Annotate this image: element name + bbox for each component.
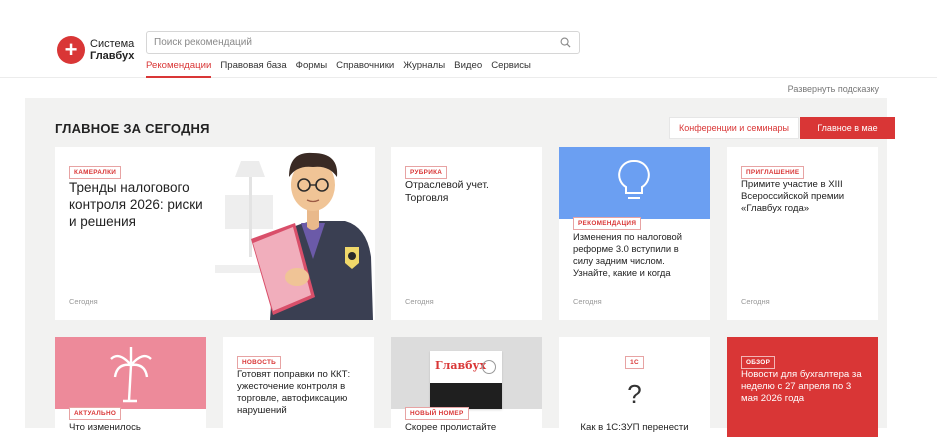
nav-services[interactable]: Сервисы	[491, 60, 531, 78]
header: + Система Главбух Рекомендации Правовая …	[0, 0, 937, 78]
card-tag: 1С	[625, 356, 644, 369]
nav-video[interactable]: Видео	[454, 60, 482, 78]
card-tag-wrap: 1С	[559, 351, 710, 369]
card-tag: КАМЕРАЛКИ	[69, 166, 122, 179]
card-1c-zup[interactable]: 1С ? Как в 1С:ЗУП перенести	[559, 337, 710, 437]
card-title: Тренды налогового контроля 2026: риски и…	[69, 180, 203, 229]
logo-line1: Система	[90, 38, 135, 50]
card-image-blue	[559, 147, 710, 219]
nav-references[interactable]: Справочники	[336, 60, 394, 78]
nav-recommendations[interactable]: Рекомендации	[146, 60, 212, 78]
card-tag: АКТУАЛЬНО	[69, 407, 122, 420]
card-weekly-review[interactable]: ОБЗОР Новости для бухгалтера за неделю с…	[727, 337, 878, 437]
magazine-title: Главбух	[435, 359, 487, 372]
logo-text: Система Главбух	[90, 38, 134, 62]
card-date: Сегодня	[69, 297, 98, 306]
card-title: Отраслевой учет. Торговля	[405, 180, 489, 204]
card-title: Новости для бухгалтера за неделю с 27 ап…	[741, 369, 862, 404]
card-new-issue[interactable]: Главбух НОВЫЙ НОМЕР Скорее пролистайте	[391, 337, 542, 437]
card-tag-wrap: РУБРИКА	[405, 161, 448, 179]
section-title: ГЛАВНОЕ ЗА СЕГОДНЯ	[55, 121, 210, 136]
nav-forms[interactable]: Формы	[296, 60, 327, 78]
card-tax-trends[interactable]: КАМЕРАЛКИ Тренды налогового контроля 202…	[55, 147, 375, 320]
card-tag: НОВЫЙ НОМЕР	[405, 407, 469, 420]
inspector-illustration	[215, 152, 373, 320]
card-image-pink	[55, 337, 206, 409]
card-award-invite[interactable]: ПРИГЛАШЕНИЕ Примите участие в XIII Всеро…	[727, 147, 878, 320]
question-mark-icon: ?	[627, 379, 642, 409]
logo-line2: Главбух	[90, 50, 135, 62]
expand-hint-link[interactable]: Развернуть подсказку	[788, 84, 879, 94]
plus-logo-icon: +	[57, 36, 85, 64]
card-date: Сегодня	[405, 297, 434, 306]
search-input[interactable]	[147, 32, 579, 53]
card-tag: ПРИГЛАШЕНИЕ	[741, 166, 805, 179]
card-tag: РЕКОМЕНДАЦИЯ	[573, 217, 642, 230]
card-industry-accounting[interactable]: РУБРИКА Отраслевой учет. Торговля Сегодн…	[391, 147, 542, 320]
nav-journals[interactable]: Журналы	[403, 60, 445, 78]
card-tag-wrap: ОБЗОР	[741, 351, 776, 369]
card-tag-wrap: НОВОСТЬ	[237, 351, 282, 369]
card-date: Сегодня	[741, 297, 770, 306]
card-title: Изменения по налоговой реформе 3.0 вступ…	[573, 231, 683, 278]
card-tag: РУБРИКА	[405, 166, 448, 179]
card-tag-wrap: РЕКОМЕНДАЦИЯ	[573, 212, 642, 230]
card-actual[interactable]: АКТУАЛЬНО Что изменилось	[55, 337, 206, 437]
card-tag-wrap: НОВЫЙ НОМЕР	[405, 402, 469, 420]
card-kkt-news[interactable]: НОВОСТЬ Готовят поправки по ККТ: ужесточ…	[223, 337, 374, 437]
nav-legal-base[interactable]: Правовая база	[220, 60, 286, 78]
card-tag: НОВОСТЬ	[237, 356, 282, 369]
card-title: Готовят поправки по ККТ: ужесточение кон…	[237, 369, 351, 416]
card-tax-reform[interactable]: РЕКОМЕНДАЦИЯ Изменения по налоговой рефо…	[559, 147, 710, 320]
card-tag-wrap: ПРИГЛАШЕНИЕ	[741, 161, 805, 179]
card-tag-wrap: АКТУАЛЬНО	[69, 402, 122, 420]
logo[interactable]: + Система Главбух	[57, 36, 134, 64]
palm-tree-icon	[110, 347, 152, 403]
search-box	[146, 31, 580, 54]
magazine-cover: Главбух	[430, 351, 502, 409]
card-image-grey: Главбух	[391, 337, 542, 409]
search-icon[interactable]	[560, 37, 571, 48]
conferences-button[interactable]: Конференции и семинары	[669, 117, 799, 139]
card-tax-trends-tag-wrap: КАМЕРАЛКИ	[69, 161, 122, 179]
card-tag: ОБЗОР	[741, 356, 776, 369]
lightbulb-icon	[618, 159, 650, 199]
magazine-seal-icon	[482, 360, 496, 374]
main-in-may-button[interactable]: Главное в мае	[800, 117, 895, 139]
card-date: Сегодня	[573, 297, 602, 306]
main-content: ГЛАВНОЕ ЗА СЕГОДНЯ Конференции и семинар…	[25, 98, 895, 437]
card-title: Примите участие в XIII Всероссийской пре…	[741, 179, 845, 214]
main-nav: Рекомендации Правовая база Формы Справоч…	[146, 60, 540, 78]
